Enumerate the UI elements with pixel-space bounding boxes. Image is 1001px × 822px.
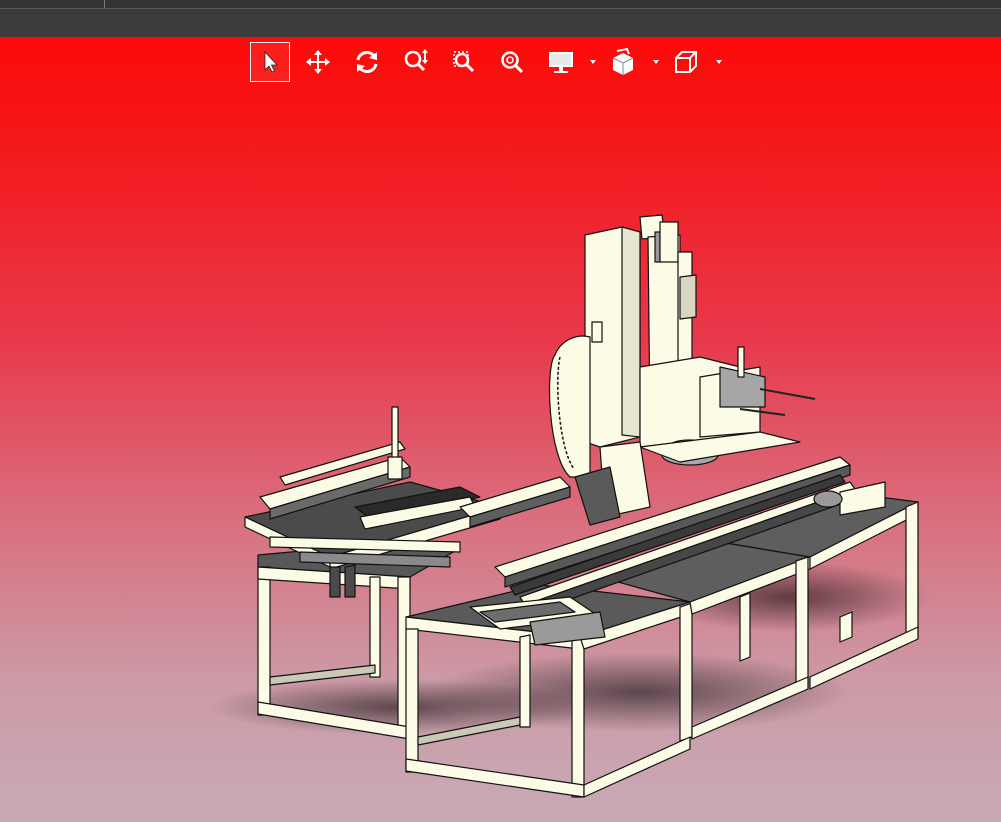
monitor-icon bbox=[549, 52, 573, 73]
cad-viewer-window bbox=[0, 0, 1001, 822]
display-mode-button[interactable] bbox=[541, 42, 581, 82]
section-view-button[interactable] bbox=[603, 42, 643, 82]
display-mode-dropdown[interactable] bbox=[589, 57, 597, 67]
title-bar bbox=[0, 0, 1001, 37]
standard-views-button[interactable] bbox=[666, 42, 706, 82]
zoom-fit-icon bbox=[501, 51, 524, 74]
chevron-down-icon bbox=[653, 60, 659, 64]
zoom-fit-tool-button[interactable] bbox=[492, 42, 532, 82]
zoom-window-tool-button[interactable] bbox=[444, 42, 484, 82]
standard-views-dropdown[interactable] bbox=[715, 57, 723, 67]
document-tab[interactable] bbox=[0, 0, 105, 8]
3d-viewport[interactable] bbox=[0, 37, 1001, 822]
tab-strip bbox=[0, 0, 1001, 9]
cursor-arrow-icon bbox=[264, 50, 278, 73]
pan-tool-button[interactable] bbox=[298, 42, 338, 82]
rotate-icon bbox=[356, 51, 378, 73]
chevron-down-icon bbox=[716, 60, 722, 64]
pan-move-icon bbox=[306, 50, 330, 74]
cube-view-icon bbox=[675, 51, 697, 73]
rotate-tool-button[interactable] bbox=[347, 42, 387, 82]
chevron-down-icon bbox=[590, 60, 596, 64]
section-view-dropdown[interactable] bbox=[652, 57, 660, 67]
section-view-icon bbox=[612, 48, 634, 75]
zoom-window-icon bbox=[453, 51, 475, 73]
zoom-tool-button[interactable] bbox=[396, 42, 436, 82]
zoom-icon bbox=[404, 49, 428, 72]
select-tool-button[interactable] bbox=[250, 42, 290, 82]
